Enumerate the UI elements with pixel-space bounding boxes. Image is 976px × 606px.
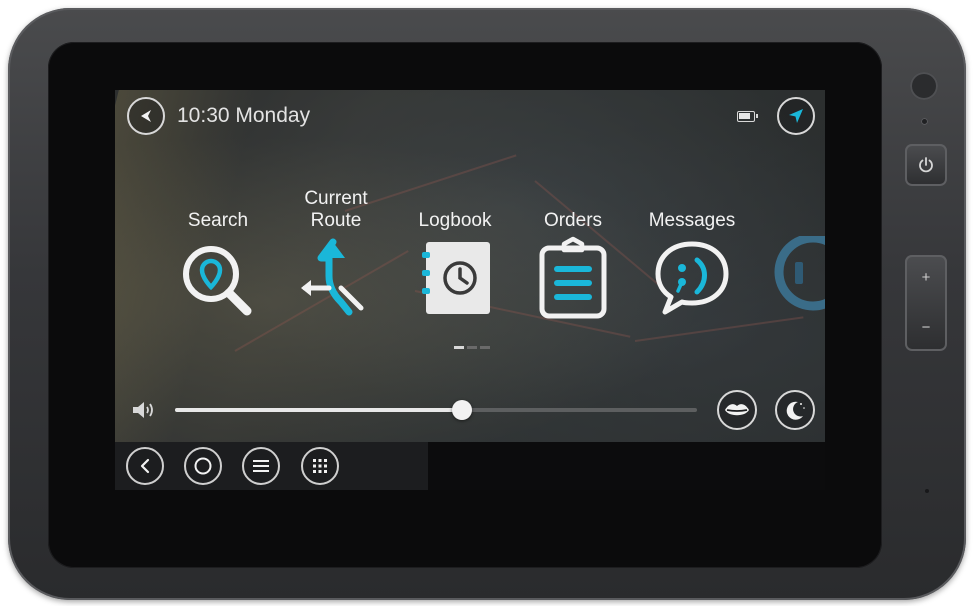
night-mode-button[interactable] <box>775 390 815 430</box>
back-arrow-icon <box>141 110 151 122</box>
back-button[interactable] <box>127 97 165 135</box>
lips-icon <box>725 404 749 416</box>
app-orders[interactable]: Orders <box>518 186 628 326</box>
hardware-volume-rocker[interactable]: + − <box>905 255 947 351</box>
bottom-navigation-bar <box>115 442 825 490</box>
app-label: Search <box>187 210 249 231</box>
battery-level <box>739 113 750 119</box>
page-indicator-dot <box>480 346 490 349</box>
app-messages[interactable]: Messages <box>637 186 747 326</box>
volume-up-key[interactable]: + <box>905 269 947 286</box>
page-indicator-dot <box>454 346 464 349</box>
messages-icon <box>647 236 737 320</box>
app-label: Orders <box>543 210 603 231</box>
microphone-hole <box>925 489 929 493</box>
orders-icon <box>528 236 618 320</box>
logbook-icon <box>410 236 500 320</box>
volume-down-key[interactable]: − <box>905 319 947 336</box>
nav-home-button[interactable] <box>184 447 222 485</box>
voice-instructions-button[interactable] <box>717 390 757 430</box>
apps-grid-icon <box>313 459 327 473</box>
app-partial-next[interactable] <box>765 186 825 326</box>
nav-apps-button[interactable] <box>301 447 339 485</box>
app-current-route[interactable]: Current Route <box>281 186 391 326</box>
light-sensor <box>921 118 928 125</box>
volume-slider-fill <box>175 408 462 412</box>
moon-stars-icon <box>786 401 805 420</box>
camera-lens <box>910 72 938 100</box>
speaker-icon <box>133 402 153 418</box>
status-bar: 10:30 Monday <box>115 90 825 142</box>
app-label: Current Route <box>304 188 368 231</box>
volume-slider[interactable] <box>175 400 697 420</box>
screen: 10:30 Monday Search Current Route Logboo… <box>115 90 825 490</box>
battery-icon <box>737 111 758 122</box>
volume-slider-thumb[interactable] <box>452 400 472 420</box>
app-label: Logbook <box>418 210 492 231</box>
drive-view-button[interactable] <box>777 97 815 135</box>
app-label: Messages <box>648 210 736 231</box>
app-logbook[interactable]: Logbook <box>400 186 510 326</box>
nav-menu-button[interactable] <box>242 447 280 485</box>
back-icon <box>140 458 150 474</box>
page-indicator <box>454 346 490 349</box>
current-route-icon <box>291 236 381 320</box>
menu-icon <box>253 460 269 472</box>
app-search[interactable]: Search <box>163 186 273 326</box>
time-day-label: 10:30 Monday <box>177 104 311 127</box>
volume-row <box>115 390 825 430</box>
app-carousel: Search Current Route Logbook Orders Mess… <box>115 186 825 326</box>
navigation-arrow-icon <box>789 109 803 123</box>
home-icon <box>194 457 212 475</box>
partial-app-icon <box>765 236 825 320</box>
search-icon <box>173 236 263 320</box>
power-icon <box>919 157 933 173</box>
bottom-bar-dark-area <box>428 442 825 490</box>
nav-back-button[interactable] <box>126 447 164 485</box>
power-button[interactable] <box>905 144 947 186</box>
page-indicator-dot <box>467 346 477 349</box>
